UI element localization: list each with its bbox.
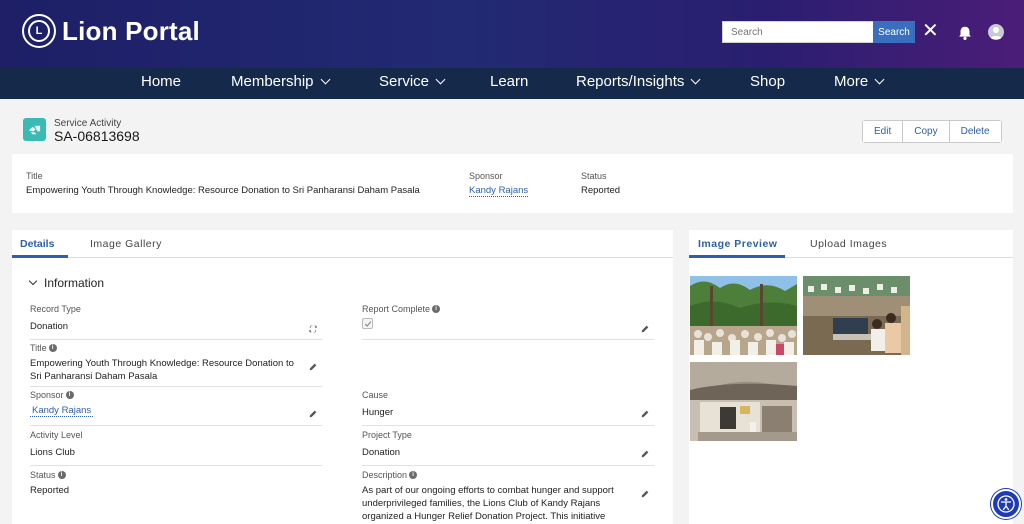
field-label: Title	[30, 343, 47, 353]
section-information[interactable]: Information	[28, 276, 105, 290]
field-label: Status	[30, 470, 56, 480]
gallery-image-3[interactable]	[690, 362, 797, 441]
nav-shop-label: Shop	[750, 73, 786, 90]
search-button[interactable]: Search	[873, 21, 915, 43]
bell-icon[interactable]	[956, 24, 974, 42]
info-icon[interactable]: i	[409, 471, 418, 479]
highlight-title-label: Title	[26, 171, 43, 181]
lions-logo-icon[interactable]: L	[22, 14, 56, 48]
top-header: L Lion Portal Search ✕	[0, 0, 1024, 68]
edit-pencil-icon[interactable]	[640, 324, 650, 334]
highlight-status-label: Status	[581, 171, 607, 181]
section-information-label: Information	[44, 276, 105, 290]
tab-upload-images[interactable]: Upload Images	[810, 238, 887, 250]
accessibility-icon[interactable]	[991, 489, 1021, 519]
field-value: Hunger	[362, 407, 394, 418]
field-value: Lions Club	[30, 447, 75, 458]
record-id: SA-06813698	[54, 128, 140, 144]
active-tab-indicator	[12, 255, 68, 258]
report-complete-checkbox	[362, 318, 373, 329]
field-cause: Cause Hunger	[362, 390, 654, 426]
edit-pencil-icon[interactable]	[640, 449, 650, 459]
field-value: Donation	[30, 321, 69, 332]
tab-image-gallery[interactable]: Image Gallery	[90, 238, 162, 250]
nav-reports-insights[interactable]: Reports/Insights	[576, 73, 701, 90]
copy-button[interactable]: Copy	[903, 121, 950, 142]
nav-home-label: Home	[141, 73, 182, 90]
field-label: Cause	[362, 390, 389, 400]
active-tab-indicator	[689, 255, 785, 258]
highlight-title-value: Empowering Youth Through Knowledge: Reso…	[26, 185, 420, 196]
details-tabs: Details Image Gallery	[12, 230, 673, 258]
highlight-sponsor-link[interactable]: Kandy Rajans	[469, 185, 529, 197]
field-value: As part of our ongoing efforts to combat…	[362, 485, 614, 522]
chevron-down-icon	[690, 74, 701, 85]
image-tabs: Image Preview Upload Images	[689, 230, 1013, 258]
nav-more-label: More	[834, 73, 869, 90]
field-report-complete: Report Complete i	[362, 304, 654, 340]
field-description: Description i As part of our ongoing effo…	[362, 470, 654, 524]
nav-learn[interactable]: Learn	[490, 73, 528, 90]
field-label: Project Type	[362, 430, 412, 440]
info-icon[interactable]: i	[65, 391, 74, 399]
field-sponsor: Sponsor i Kandy Rajans	[30, 390, 322, 426]
details-card: Details Image Gallery Information Record…	[12, 230, 673, 524]
gallery-image-1[interactable]	[690, 276, 797, 355]
field-label: Sponsor	[30, 390, 64, 400]
edit-pencil-icon[interactable]	[640, 489, 650, 499]
field-label: Report Complete	[362, 304, 431, 314]
field-activity-level: Activity Level Lions Club	[30, 430, 322, 466]
edit-pencil-icon[interactable]	[640, 409, 650, 419]
nav-reports-label: Reports/Insights	[576, 73, 685, 90]
edit-button[interactable]: Edit	[863, 121, 904, 142]
gallery-image-2[interactable]	[803, 276, 910, 355]
nav-learn-label: Learn	[490, 73, 529, 90]
nav-shop[interactable]: Shop	[750, 73, 785, 90]
chevron-down-icon	[320, 74, 330, 85]
chevron-down-icon	[874, 74, 885, 85]
field-title: Title i Empowering Youth Through Knowledg…	[30, 343, 322, 387]
highlight-sponsor-label: Sponsor	[469, 171, 503, 181]
info-icon[interactable]: i	[48, 344, 57, 352]
sponsor-link[interactable]: Kandy Rajans	[30, 405, 94, 417]
image-panel: Image Preview Upload Images	[689, 230, 1013, 524]
nav-membership-label: Membership	[231, 73, 314, 90]
nav-service[interactable]: Service	[379, 73, 446, 90]
tab-details[interactable]: Details	[20, 238, 54, 250]
service-activity-icon	[23, 118, 46, 141]
field-label: Description	[362, 470, 408, 480]
portal-brand[interactable]: Lion Portal	[62, 16, 200, 47]
field-value: Empowering Youth Through Knowledge: Reso…	[30, 358, 294, 382]
nav-membership[interactable]: Membership	[231, 73, 330, 90]
field-label: Record Type	[30, 304, 81, 314]
nav-service-label: Service	[379, 73, 430, 90]
field-value: Donation	[362, 447, 401, 458]
field-value: Reported	[30, 485, 70, 496]
search-input[interactable]	[722, 21, 874, 43]
edit-pencil-icon[interactable]	[308, 362, 318, 372]
chevron-down-icon	[28, 276, 38, 286]
info-icon[interactable]: i	[57, 471, 66, 479]
change-record-type-icon[interactable]	[308, 324, 318, 334]
highlight-status-value: Reported	[581, 185, 621, 196]
nav-home[interactable]: Home	[141, 73, 181, 90]
close-icon[interactable]: ✕	[922, 20, 939, 42]
chevron-down-icon	[435, 74, 446, 85]
record-actions: Edit Copy Delete	[862, 120, 1002, 143]
field-project-type: Project Type Donation	[362, 430, 654, 466]
nav-more[interactable]: More	[834, 73, 885, 90]
tab-image-preview[interactable]: Image Preview	[698, 238, 777, 250]
field-status: Status i Reported	[30, 470, 322, 510]
user-avatar-icon[interactable]	[988, 24, 1004, 40]
edit-pencil-icon[interactable]	[308, 409, 318, 419]
highlights-panel: Title Empowering Youth Through Knowledge…	[12, 154, 1013, 213]
delete-button[interactable]: Delete	[949, 121, 1001, 142]
main-navigation: Home Membership Service Learn Reports/In…	[0, 68, 1024, 99]
field-label: Activity Level	[30, 430, 83, 440]
info-icon[interactable]: i	[432, 305, 441, 313]
field-record-type: Record Type Donation	[30, 304, 322, 340]
